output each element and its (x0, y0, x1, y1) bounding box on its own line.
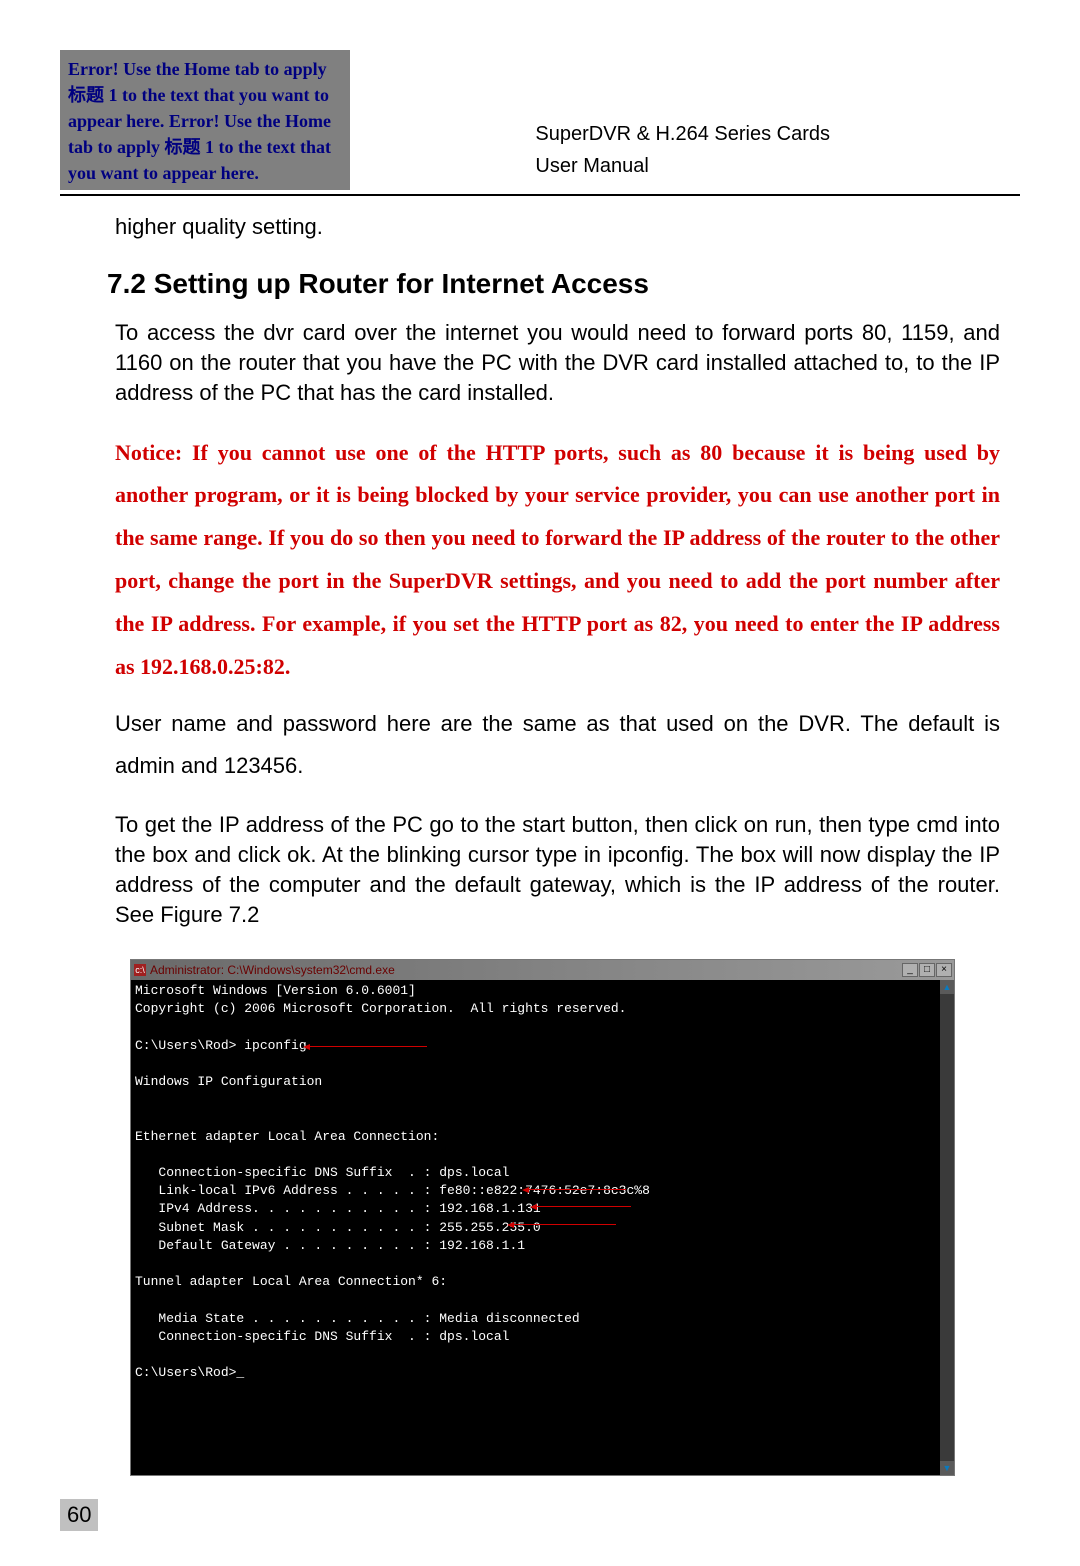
document-title-block: SuperDVR & H.264 Series Cards User Manua… (535, 50, 1020, 182)
arrow-subnet (536, 1206, 631, 1207)
arrow-ipconfig (309, 1046, 427, 1047)
section-heading: 7.2 Setting up Router for Internet Acces… (107, 268, 1000, 300)
cmd-window-figure: c:\ Administrator: C:\Windows\system32\c… (130, 959, 955, 1476)
minimize-icon[interactable]: _ (902, 963, 918, 977)
cmd-title-text: Administrator: C:\Windows\system32\cmd.e… (150, 963, 395, 977)
scroll-up-icon[interactable]: ▲ (940, 980, 954, 994)
cmd-scrollbar[interactable]: ▲ ▼ (940, 980, 954, 1475)
error-banner: Error! Use the Home tab to apply 标题 1 to… (60, 50, 350, 190)
arrow-gateway (513, 1224, 616, 1225)
doc-title: SuperDVR & H.264 Series Cards (535, 118, 830, 150)
cmd-output: Microsoft Windows [Version 6.0.6001] Cop… (131, 980, 940, 1475)
page-header: Error! Use the Home tab to apply 标题 1 to… (60, 50, 1020, 196)
page-number: 60 (60, 1499, 98, 1531)
paragraph-ipconfig-instructions: To get the IP address of the PC go to th… (115, 810, 1000, 929)
arrow-ipv4 (528, 1189, 626, 1190)
notice-paragraph: Notice: If you cannot use one of the HTT… (115, 432, 1000, 689)
paragraph-intro: To access the dvr card over the internet… (115, 318, 1000, 407)
cmd-icon: c:\ (134, 964, 146, 976)
close-icon[interactable]: × (936, 963, 952, 977)
previous-page-tail: higher quality setting. (115, 214, 1000, 240)
cmd-titlebar: c:\ Administrator: C:\Windows\system32\c… (131, 960, 954, 980)
scroll-down-icon[interactable]: ▼ (940, 1461, 954, 1475)
doc-subtitle: User Manual (535, 150, 830, 182)
paragraph-credentials: User name and password here are the same… (115, 703, 1000, 787)
maximize-icon[interactable]: □ (919, 963, 935, 977)
